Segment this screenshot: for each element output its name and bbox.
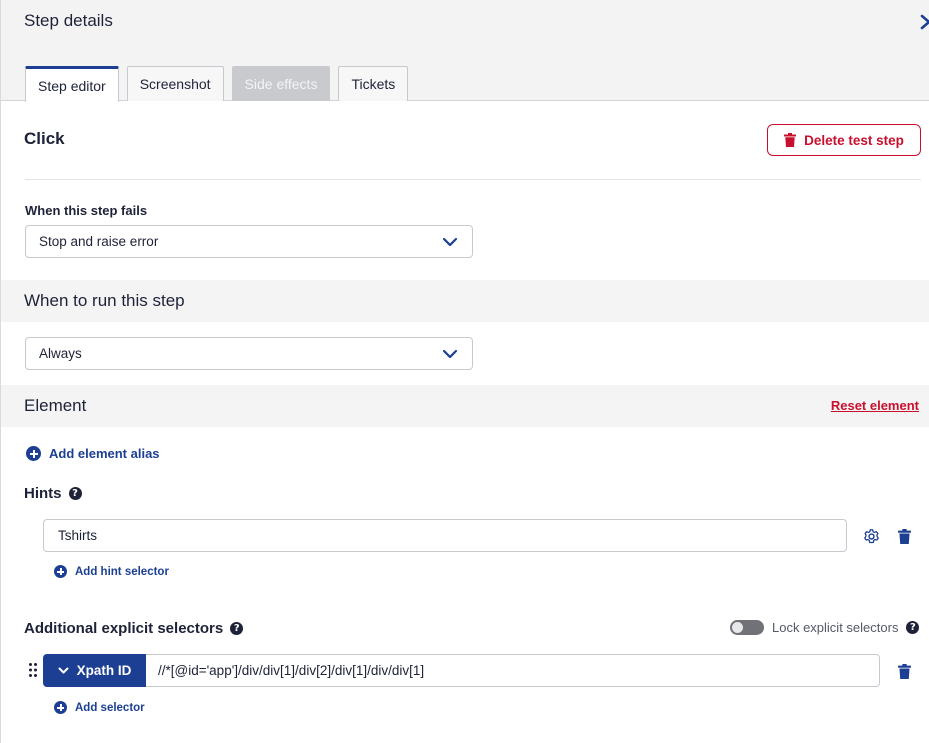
on-fail-label: When this step fails	[25, 203, 148, 218]
element-section: Element Reset element	[1, 385, 929, 427]
delete-selector-button[interactable]	[894, 661, 914, 681]
plus-circle-icon	[54, 701, 67, 714]
add-hint-selector-label: Add hint selector	[75, 565, 169, 578]
tab-side-effects: Side effects	[231, 66, 331, 101]
add-selector-label: Add selector	[75, 701, 145, 714]
close-icon[interactable]	[919, 12, 929, 32]
selector-value-input[interactable]	[146, 654, 880, 687]
plus-circle-icon	[54, 565, 67, 578]
chevron-down-icon	[442, 237, 458, 247]
delete-test-step-button[interactable]: Delete test step	[767, 124, 921, 156]
add-hint-selector-button[interactable]: Add hint selector	[54, 565, 169, 578]
selector-type-dropdown[interactable]: Xpath ID	[43, 654, 146, 687]
hint-settings-button[interactable]	[861, 526, 881, 546]
on-fail-value: Stop and raise error	[39, 234, 159, 249]
hints-heading: Hints ?	[24, 485, 82, 502]
plus-circle-icon	[26, 446, 41, 461]
trash-icon	[897, 663, 911, 679]
gear-icon	[863, 528, 879, 543]
explicit-selectors-title: Additional explicit selectors	[24, 620, 224, 637]
chevron-down-icon	[58, 667, 69, 673]
drag-handle-icon[interactable]	[28, 662, 38, 678]
lock-explicit-selectors-row: Lock explicit selectors ?	[730, 620, 920, 635]
when-to-run-section: When to run this step	[1, 280, 929, 322]
hints-title: Hints	[24, 485, 62, 502]
trash-icon	[897, 528, 911, 544]
delete-test-step-label: Delete test step	[804, 132, 904, 148]
panel-title: Step details	[24, 11, 113, 30]
add-element-alias-label: Add element alias	[49, 446, 160, 461]
panel-header: Step details Step editor Screenshot Side…	[1, 0, 929, 102]
lock-explicit-selectors-label: Lock explicit selectors	[772, 620, 899, 635]
step-details-panel: Step details Step editor Screenshot Side…	[0, 0, 929, 743]
help-icon[interactable]: ?	[230, 622, 244, 635]
when-to-run-value: Always	[39, 346, 82, 361]
help-icon[interactable]: ?	[68, 487, 82, 500]
add-element-alias-button[interactable]: Add element alias	[26, 446, 160, 461]
lock-explicit-selectors-toggle[interactable]	[730, 620, 764, 635]
tab-tickets[interactable]: Tickets	[338, 66, 409, 101]
chevron-down-icon	[442, 349, 458, 359]
on-fail-select[interactable]: Stop and raise error	[25, 225, 473, 258]
explicit-selector-row: Xpath ID	[43, 654, 880, 687]
delete-hint-button[interactable]	[894, 526, 914, 546]
element-title: Element	[24, 396, 87, 415]
help-icon[interactable]: ?	[906, 621, 920, 634]
reset-element-link[interactable]: Reset element	[831, 398, 919, 413]
trash-icon	[784, 133, 797, 147]
explicit-selectors-heading: Additional explicit selectors ?	[24, 620, 244, 637]
add-selector-button[interactable]: Add selector	[54, 701, 145, 714]
tab-bar: Step editor Screenshot Side effects Tick…	[25, 66, 416, 102]
tab-screenshot[interactable]: Screenshot	[126, 66, 224, 101]
step-name: Click	[24, 129, 65, 148]
hint-input[interactable]	[43, 519, 847, 552]
selector-type-label: Xpath ID	[76, 663, 132, 678]
divider	[25, 179, 921, 180]
tab-step-editor[interactable]: Step editor	[25, 66, 119, 102]
when-to-run-title: When to run this step	[24, 291, 185, 310]
when-to-run-select[interactable]: Always	[25, 337, 473, 370]
